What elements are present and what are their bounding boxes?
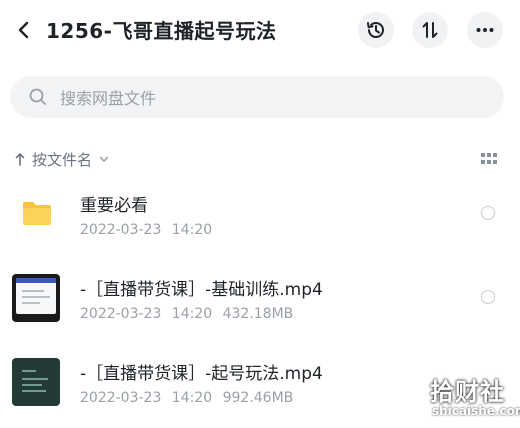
arrow-up-icon (15, 153, 25, 166)
select-radio[interactable] (481, 290, 495, 304)
sort-order-button[interactable] (412, 12, 448, 48)
file-meta: 2022-03-23 14:20 (80, 222, 213, 238)
top-bar: 1256-飞哥直播起号玩法 (0, 0, 520, 62)
watermark-logo: 拾财社 (430, 377, 505, 406)
sort-label: 按文件名 (32, 150, 93, 169)
chevron-down-icon (99, 156, 109, 162)
search-input[interactable] (58, 84, 482, 112)
sort-selector[interactable]: 按文件名 (14, 148, 110, 170)
list-item[interactable]: -［直播带货课］-基础训练.mp4 2022-03-23 14:20 432.1… (0, 262, 520, 344)
folder-icon (23, 202, 51, 225)
history-button[interactable] (358, 12, 394, 48)
page-title: 1256-飞哥直播起号玩法 (46, 19, 277, 43)
back-icon[interactable] (10, 16, 38, 44)
watermark-domain: shicaishe.com (432, 404, 520, 418)
video-thumbnail (12, 274, 60, 322)
file-meta: 2022-03-23 14:20 992.46MB (80, 390, 294, 406)
sort-arrows-icon (422, 22, 438, 38)
select-radio[interactable] (481, 206, 495, 220)
list-item[interactable]: 重要必看 2022-03-23 14:20 (0, 178, 520, 260)
video-thumbnail (12, 358, 60, 406)
search-bar[interactable] (10, 76, 504, 118)
file-name: -［直播带货课］-起号玩法.mp4 (80, 364, 323, 384)
file-name: 重要必看 (80, 196, 148, 216)
more-button[interactable] (467, 12, 503, 48)
history-icon (367, 22, 384, 38)
grid-view-icon[interactable] (480, 152, 498, 166)
search-icon (29, 88, 46, 105)
file-name: -［直播带货课］-基础训练.mp4 (80, 280, 323, 300)
file-meta: 2022-03-23 14:20 432.18MB (80, 306, 294, 322)
more-dots-icon (476, 28, 494, 32)
